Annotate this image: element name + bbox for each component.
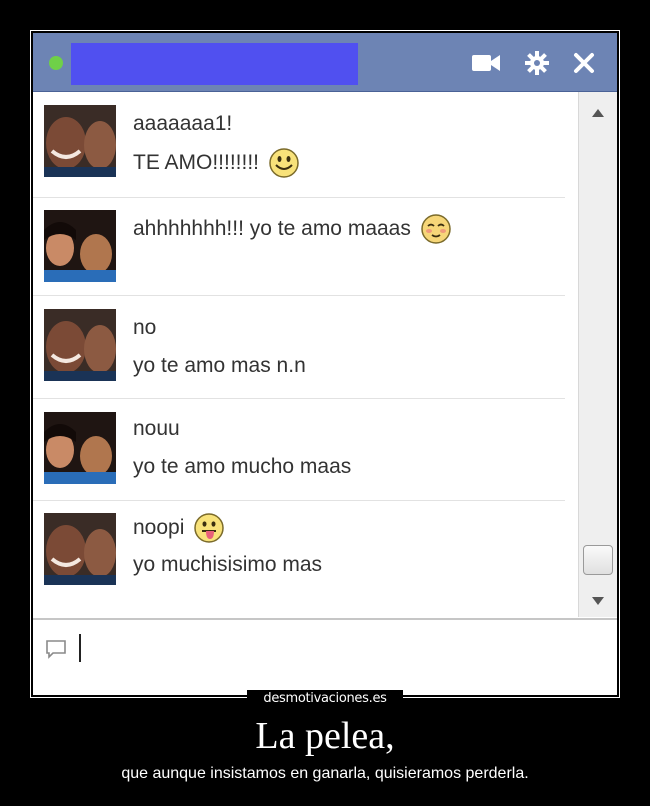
message-text: no <box>133 316 157 339</box>
smile-emoji-icon <box>269 148 299 178</box>
close-icon[interactable] <box>569 49 599 77</box>
video-camera-icon[interactable] <box>471 49 501 77</box>
text-cursor <box>79 634 81 662</box>
message-row: aaaaaaa1! TE AMO!!!!!!!! <box>33 92 568 198</box>
message-text-line-1: ahhhhhhh!!! yo te amo maaas <box>133 214 451 244</box>
message-text-line-1: noopi <box>133 513 225 543</box>
avatar-user-b <box>44 210 116 282</box>
message-text: yo muchisisimo mas <box>133 553 323 576</box>
scroll-up-arrow-icon[interactable] <box>589 106 607 120</box>
scrollbar-thumb[interactable] <box>583 545 613 575</box>
settings-gear-icon[interactable] <box>522 49 552 77</box>
online-status-icon <box>49 56 63 70</box>
message-text: aaaaaaa1! <box>133 112 233 135</box>
avatar-user-a <box>44 105 116 177</box>
message-text: yo te amo mucho maas <box>133 455 352 478</box>
message-text-line-2: TE AMO!!!!!!!! <box>133 148 299 178</box>
message-compose-area <box>33 618 617 695</box>
avatar-user-a <box>44 513 116 585</box>
contact-name-redacted <box>71 43 358 85</box>
message-row: ahhhhhhh!!! yo te amo maaas <box>33 198 568 296</box>
message-text: ahhhhhhh!!! yo te amo maaas <box>133 217 411 240</box>
message-row: noopi yo muchisisimo mas <box>33 501 568 617</box>
blush-emoji-icon <box>421 214 451 244</box>
poster-title: La pelea, <box>255 715 395 757</box>
chat-titlebar[interactable] <box>33 33 617 92</box>
avatar-user-a <box>44 309 116 381</box>
avatar-user-b <box>44 412 116 484</box>
site-watermark: desmotivaciones.es <box>247 690 403 708</box>
scroll-down-arrow-icon[interactable] <box>589 594 607 608</box>
tongue-emoji-icon <box>194 513 225 543</box>
message-text: TE AMO!!!!!!!! <box>133 151 260 174</box>
poster-subtitle: que aunque insistamos en ganarla, quisie… <box>121 765 529 782</box>
message-text: noopi <box>133 516 185 539</box>
message-list[interactable]: aaaaaaa1! TE AMO!!!!!!!! ahhhhhhh!!! yo … <box>33 92 578 617</box>
message-row: nouu yo te amo mucho maas <box>33 399 568 501</box>
message-text: nouu <box>133 417 180 440</box>
chat-window: aaaaaaa1! TE AMO!!!!!!!! ahhhhhhh!!! yo … <box>33 33 617 695</box>
message-text: yo te amo mas n.n <box>133 354 306 377</box>
scrollbar[interactable] <box>578 92 617 617</box>
message-row: no yo te amo mas n.n <box>33 296 568 399</box>
message-input[interactable] <box>85 628 609 670</box>
chat-bubble-icon <box>46 640 66 659</box>
